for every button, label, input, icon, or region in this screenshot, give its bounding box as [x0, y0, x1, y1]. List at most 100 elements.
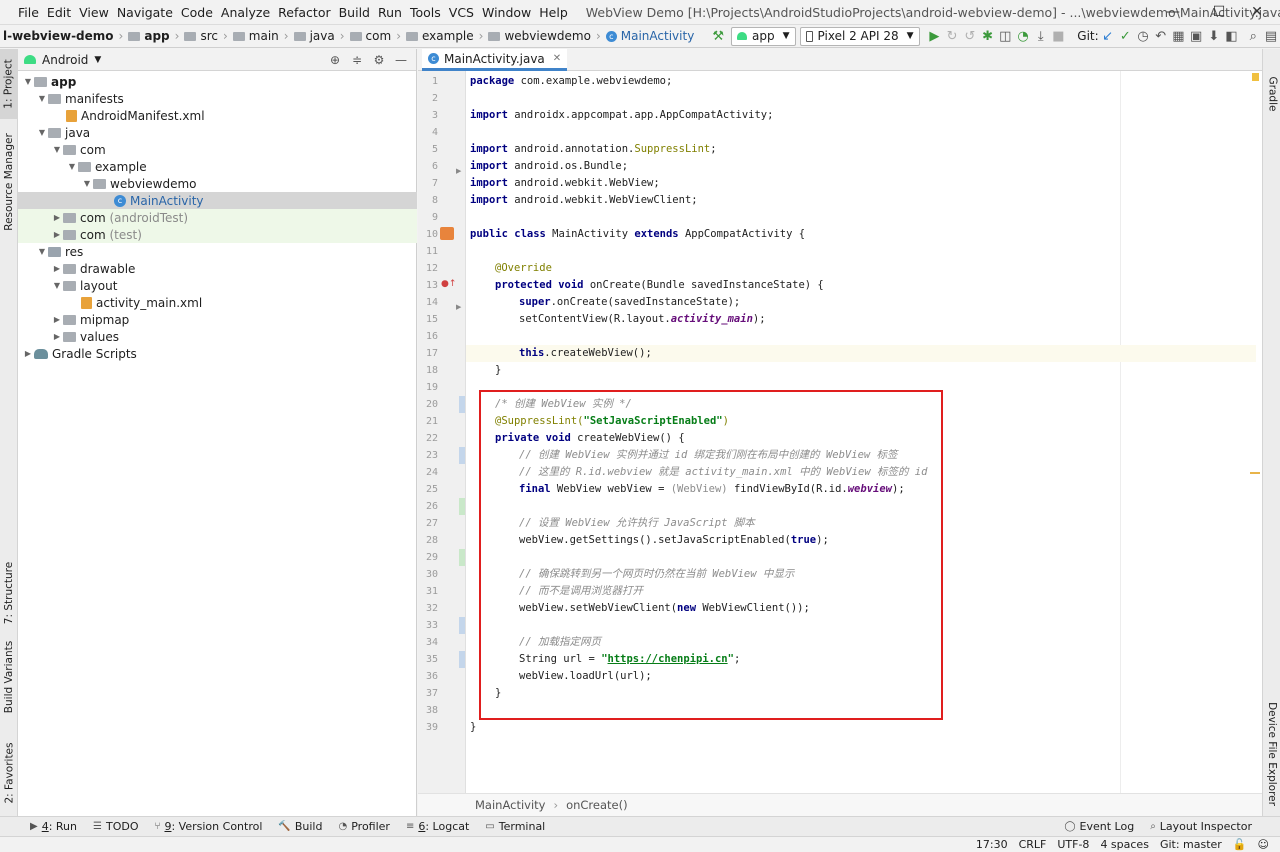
locate-file-icon[interactable]: ⊕ — [324, 53, 346, 67]
fold-icon[interactable]: ▶ — [456, 167, 461, 175]
menu-run[interactable]: Run — [374, 5, 406, 20]
breadcrumb-src[interactable]: src — [181, 29, 223, 43]
tree-item-example[interactable]: ▼ example — [18, 158, 417, 175]
breadcrumb-example[interactable]: example — [403, 29, 479, 43]
tab-favorites[interactable]: 2: Favorites — [0, 737, 18, 809]
menu-edit[interactable]: Edit — [43, 5, 75, 20]
file-encoding[interactable]: UTF-8 — [1057, 838, 1089, 851]
fold-icon[interactable]: ▶ — [456, 303, 461, 311]
tool-logcat[interactable]: ≡ 6: Logcat — [398, 820, 477, 833]
tab-build-variants[interactable]: Build Variants — [0, 639, 18, 714]
menu-tools[interactable]: Tools — [406, 5, 445, 20]
tab-project[interactable]: 1: Project — [0, 49, 18, 119]
device-select[interactable]: Pixel 2 API 28 ▼ — [799, 26, 920, 46]
menu-build[interactable]: Build — [335, 5, 374, 20]
run-icon[interactable]: ▶ — [926, 26, 944, 46]
menu-help[interactable]: Help — [535, 5, 572, 20]
editor-gutter[interactable]: 1 2 3 4 5 6 7 8 9 10 11 12 13 14 15 16 1… — [418, 71, 466, 793]
breadcrumb-project[interactable]: l-webview-demo — [0, 29, 119, 43]
hide-panel-icon[interactable]: — — [390, 53, 412, 67]
breadcrumb-class[interactable]: MainActivity — [475, 798, 545, 812]
tool-event-log[interactable]: ◯ Event Log — [1056, 820, 1142, 833]
tool-version-control[interactable]: ⑂ 9: Version Control — [146, 820, 270, 833]
attach-process-icon[interactable]: ⤓ — [1032, 26, 1050, 46]
sdk-manager-icon[interactable]: ⬇ — [1205, 26, 1223, 46]
tree-item-webviewdemo[interactable]: ▼ webviewdemo — [18, 175, 417, 192]
project-view-select[interactable]: Android — [42, 53, 88, 67]
menu-file[interactable]: File — [14, 5, 43, 20]
tab-mainactivity-java[interactable]: c MainActivity.java ✕ — [422, 49, 568, 71]
tool-profiler[interactable]: ◔ Profiler — [330, 820, 397, 833]
menu-code[interactable]: Code — [177, 5, 217, 20]
git-commit-icon[interactable]: ✓ — [1116, 26, 1134, 46]
minimize-button[interactable]: — — [1150, 0, 1196, 24]
notifications-icon[interactable]: ☺ — [1258, 838, 1269, 851]
stop-icon[interactable]: ■ — [1050, 26, 1068, 46]
tree-item-com-test[interactable]: ▶ com (test) — [18, 226, 417, 243]
override-gutter-icon[interactable]: ●↑ — [441, 279, 456, 289]
tree-item-values[interactable]: ▶ values — [18, 328, 417, 345]
git-update-icon[interactable]: ↙ — [1099, 26, 1117, 46]
cursor-position[interactable]: 17:30 — [976, 838, 1008, 851]
tab-gradle[interactable]: Gradle — [1263, 69, 1280, 119]
search-icon[interactable]: ⌕ — [1244, 26, 1262, 46]
menu-navigate[interactable]: Navigate — [113, 5, 177, 20]
run-gutter-icon[interactable] — [440, 227, 454, 240]
breadcrumb-main[interactable]: main — [230, 29, 284, 43]
tree-item-mipmap[interactable]: ▶ mipmap — [18, 311, 417, 328]
apply-code-changes-icon[interactable]: ↺ — [961, 26, 979, 46]
git-rollback-icon[interactable]: ↶ — [1152, 26, 1170, 46]
tree-item-com[interactable]: ▼ com — [18, 141, 417, 158]
lock-icon[interactable]: 🔓 — [1233, 838, 1247, 851]
chevron-down-icon[interactable]: ▼ — [94, 55, 101, 65]
project-structure-icon[interactable]: ▦ — [1170, 26, 1188, 46]
breadcrumb-mainactivity[interactable]: c MainActivity — [603, 29, 700, 43]
breadcrumb-method[interactable]: onCreate() — [566, 798, 628, 812]
close-icon[interactable]: ✕ — [553, 53, 561, 64]
menu-vcs[interactable]: VCS — [445, 5, 478, 20]
git-history-icon[interactable]: ◷ — [1134, 26, 1152, 46]
menu-analyze[interactable]: Analyze — [217, 5, 274, 20]
tree-item-activity-main-xml[interactable]: activity_main.xml — [18, 294, 417, 311]
tree-item-drawable[interactable]: ▶ drawable — [18, 260, 417, 277]
attach-debugger-icon[interactable]: ◫ — [996, 26, 1014, 46]
breadcrumb-com[interactable]: com — [347, 29, 397, 43]
breadcrumb-webviewdemo[interactable]: webviewdemo — [485, 29, 595, 43]
tree-item-com-androidtest[interactable]: ▶ com (androidTest) — [18, 209, 417, 226]
tree-item-app[interactable]: ▼ app — [18, 73, 417, 90]
collapse-all-icon[interactable]: ≑ — [346, 53, 368, 67]
debug-icon[interactable]: ✱ — [979, 26, 997, 46]
tab-structure[interactable]: 7: Structure — [0, 554, 18, 632]
tab-resource-manager[interactable]: Resource Manager — [0, 127, 18, 237]
tree-item-androidmanifest[interactable]: AndroidManifest.xml — [18, 107, 417, 124]
tree-item-java[interactable]: ▼ java — [18, 124, 417, 141]
menu-window[interactable]: Window — [478, 5, 535, 20]
gear-icon[interactable]: ⚙ — [368, 53, 390, 67]
tree-item-gradle-scripts[interactable]: ▶ Gradle Scripts — [18, 345, 417, 362]
tree-item-res[interactable]: ▼ res — [18, 243, 417, 260]
avd-manager-icon[interactable]: ▣ — [1187, 26, 1205, 46]
tool-todo[interactable]: ☰ TODO — [85, 820, 146, 833]
run-config-select[interactable]: app ▼ — [731, 26, 796, 46]
line-separator[interactable]: CRLF — [1019, 838, 1047, 851]
tree-item-mainactivity[interactable]: c MainActivity — [18, 192, 417, 209]
git-branch[interactable]: Git: master — [1160, 838, 1222, 851]
gradle-sync-icon[interactable]: ◧ — [1223, 26, 1241, 46]
assistant-icon[interactable]: ▤ — [1262, 26, 1280, 46]
menu-refactor[interactable]: Refactor — [274, 5, 334, 20]
tool-build[interactable]: 🔨 Build — [270, 820, 330, 833]
apply-changes-icon[interactable]: ↻ — [943, 26, 961, 46]
breadcrumb-app[interactable]: app — [125, 29, 174, 43]
scroll-marker[interactable] — [1250, 472, 1260, 474]
tool-terminal[interactable]: ▭ Terminal — [477, 820, 553, 833]
tree-item-manifests[interactable]: ▼ manifests — [18, 90, 417, 107]
close-window-button[interactable]: ✕ — [1234, 0, 1280, 24]
indent-setting[interactable]: 4 spaces — [1100, 838, 1149, 851]
inspection-status-icon[interactable] — [1252, 73, 1259, 81]
tab-device-file-explorer[interactable]: Device File Explorer — [1263, 699, 1280, 809]
tool-run[interactable]: ▶ 4: Run — [22, 820, 85, 833]
hammer-build-icon[interactable]: ⚒ — [709, 26, 727, 46]
tool-layout-inspector[interactable]: ⌕ Layout Inspector — [1142, 820, 1260, 833]
breadcrumb-java[interactable]: java — [291, 29, 340, 43]
profile-icon[interactable]: ◔ — [1014, 26, 1032, 46]
